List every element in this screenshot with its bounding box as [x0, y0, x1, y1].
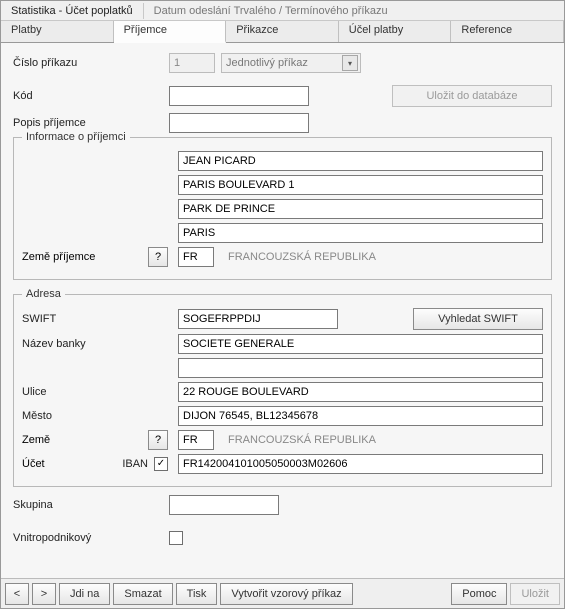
recipient-addr2-input[interactable] — [178, 199, 543, 219]
content-area: Číslo příkazu 1 Jednotlivý příkaz ▾ Kód … — [1, 43, 564, 578]
order-number-field: 1 — [169, 53, 215, 73]
recipient-name-input[interactable] — [178, 151, 543, 171]
recipient-info-legend: Informace o příjemci — [22, 131, 130, 143]
city-input[interactable] — [178, 406, 543, 426]
goto-button[interactable]: Jdi na — [59, 583, 110, 605]
recipient-city-input[interactable] — [178, 223, 543, 243]
code-label: Kód — [13, 90, 163, 102]
swift-lookup-button[interactable]: Vyhledat SWIFT — [413, 308, 543, 330]
recipient-country-name: FRANCOUZSKÁ REPUBLIKA — [220, 251, 543, 263]
account-label: Účet — [22, 458, 45, 470]
recipient-desc-input[interactable] — [169, 113, 309, 133]
app-window: Statistika - Účet poplatků Datum odeslán… — [0, 0, 565, 609]
send-date-label: Datum odeslání Trvalého / Termínového př… — [144, 5, 398, 17]
delete-button[interactable]: Smazat — [113, 583, 172, 605]
internal-row: Vnitropodnikový — [13, 531, 552, 545]
swift-input[interactable] — [178, 309, 338, 329]
chevron-down-icon: ▾ — [342, 55, 358, 71]
recipient-desc-row: Popis příjemce — [13, 113, 552, 133]
order-type-value: Jednotlivý příkaz — [226, 57, 308, 69]
recipient-desc-label: Popis příjemce — [13, 117, 163, 129]
address-country-code-input[interactable] — [178, 430, 214, 450]
create-template-button[interactable]: Vytvořit vzorový příkaz — [220, 583, 352, 605]
address-fieldset: Adresa SWIFT Vyhledat SWIFT Název banky — [13, 288, 552, 487]
tab-reference[interactable]: Reference — [451, 21, 564, 42]
recipient-country-help-button[interactable]: ? — [148, 247, 168, 267]
save-button[interactable]: Uložit — [510, 583, 560, 605]
topbar: Statistika - Účet poplatků Datum odeslán… — [1, 1, 564, 21]
recipient-info-fieldset: Informace o příjemci — [13, 131, 552, 280]
bank-name-label: Název banky — [22, 338, 172, 350]
recipient-country-label-wrap: Země příjemce ? — [22, 247, 172, 267]
recipient-addr1-input[interactable] — [178, 175, 543, 195]
street-input[interactable] — [178, 382, 543, 402]
bottom-bar: < > Jdi na Smazat Tisk Vytvořit vzorový … — [1, 578, 564, 608]
account-label-wrap: Účet IBAN ✓ — [22, 457, 172, 471]
help-button[interactable]: Pomoc — [451, 583, 507, 605]
prev-button[interactable]: < — [5, 583, 29, 605]
tab-recipient[interactable]: Příjemce — [114, 21, 227, 43]
code-input[interactable] — [169, 86, 309, 106]
internal-label: Vnitropodnikový — [13, 532, 163, 544]
order-type-select[interactable]: Jednotlivý příkaz ▾ — [221, 53, 361, 73]
account-input[interactable] — [178, 454, 543, 474]
group-input[interactable] — [169, 495, 279, 515]
recipient-country-label: Země příjemce — [22, 251, 95, 263]
order-row: Číslo příkazu 1 Jednotlivý příkaz ▾ — [13, 53, 552, 73]
code-row: Kód Uložit do databáze — [13, 85, 552, 107]
tab-purpose[interactable]: Účel platby — [339, 21, 452, 42]
address-legend: Adresa — [22, 288, 65, 300]
bank-name2-input[interactable] — [178, 358, 543, 378]
address-country-label-wrap: Země ? — [22, 430, 172, 450]
address-country-help-button[interactable]: ? — [148, 430, 168, 450]
group-label: Skupina — [13, 499, 163, 511]
group-row: Skupina — [13, 495, 552, 515]
print-button[interactable]: Tisk — [176, 583, 218, 605]
tab-bar: Platby Příjemce Přikazce Účel platby Ref… — [1, 21, 564, 43]
order-number-label: Číslo příkazu — [13, 57, 163, 69]
address-country-name: FRANCOUZSKÁ REPUBLIKA — [220, 434, 543, 446]
tab-payments[interactable]: Platby — [1, 21, 114, 42]
iban-checkbox[interactable]: ✓ — [154, 457, 168, 471]
tab-orderer[interactable]: Přikazce — [226, 21, 339, 42]
swift-label: SWIFT — [22, 313, 172, 325]
recipient-country-code-input[interactable] — [178, 247, 214, 267]
address-country-label: Země — [22, 434, 50, 446]
city-label: Město — [22, 410, 172, 422]
street-label: Ulice — [22, 386, 172, 398]
bank-name-input[interactable] — [178, 334, 543, 354]
internal-checkbox[interactable] — [169, 531, 183, 545]
save-to-db-button[interactable]: Uložit do databáze — [392, 85, 552, 107]
next-button[interactable]: > — [32, 583, 56, 605]
statistics-label: Statistika - Účet poplatků — [1, 5, 143, 17]
iban-label: IBAN — [122, 458, 148, 470]
